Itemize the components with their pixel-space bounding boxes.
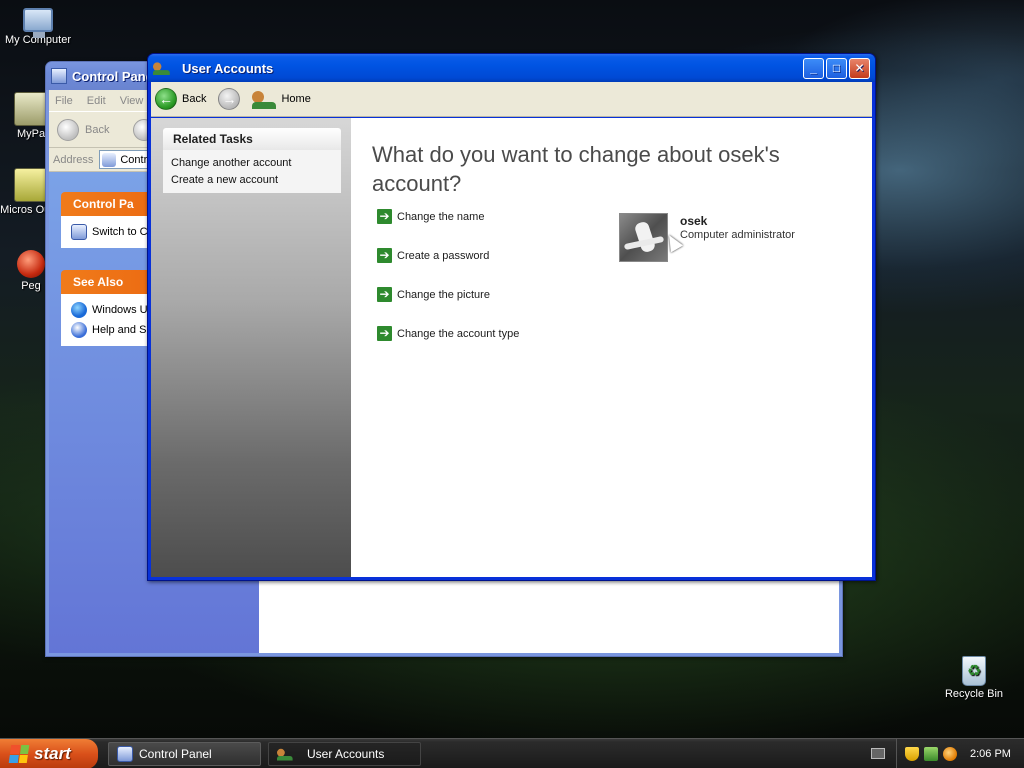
switch-view-icon <box>71 224 87 240</box>
shortcut-icon <box>14 92 48 126</box>
change-name-task[interactable]: ➔ Change the name <box>377 209 484 224</box>
system-tray: 2:06 PM <box>896 739 1024 768</box>
user-accounts-icon <box>277 748 293 761</box>
task-label: Change the account type <box>397 327 520 340</box>
outlook-icon <box>14 168 48 202</box>
start-label: start <box>34 744 71 763</box>
menu-view[interactable]: View <box>120 95 144 107</box>
account-type: Computer administrator <box>680 229 795 241</box>
change-picture-task[interactable]: ➔ Change the picture <box>377 287 490 302</box>
back-label: Back <box>182 93 207 105</box>
close-button[interactable]: ✕ <box>849 57 870 79</box>
home-button[interactable]: Home <box>252 89 311 109</box>
taskbar-button-user-accounts[interactable]: User Accounts <box>268 742 421 766</box>
change-another-account-link[interactable]: Change another account <box>171 155 333 172</box>
pegasus-icon <box>17 250 45 278</box>
arrow-right-icon: ➔ <box>377 326 392 341</box>
windows-logo-icon <box>8 745 30 763</box>
taskbar-button-control-panel[interactable]: Control Panel <box>108 742 261 766</box>
back-button-label[interactable]: Back <box>85 124 109 136</box>
address-label: Address <box>53 153 94 166</box>
address-value: Contr <box>120 153 148 166</box>
control-panel-icon <box>117 746 133 762</box>
start-button[interactable]: start <box>0 739 98 768</box>
menu-edit[interactable]: Edit <box>87 95 106 107</box>
minimize-button[interactable]: _ <box>803 57 824 79</box>
window-title: User Accounts <box>182 60 274 76</box>
menu-file[interactable]: File <box>55 95 73 107</box>
arrow-right-icon: ➔ <box>377 287 392 302</box>
arrow-right-icon: ➔ <box>377 209 392 224</box>
related-tasks-title: Related Tasks <box>163 128 341 150</box>
forward-arrow-icon: → <box>218 88 241 110</box>
keyboard-icon[interactable] <box>871 748 885 759</box>
navigation-bar: ← Back → Home <box>151 82 872 117</box>
home-label: Home <box>281 93 311 105</box>
task-label: Create a password <box>397 249 490 262</box>
desktop-icon-label: Recycle Bin <box>944 688 1004 700</box>
control-panel-icon <box>102 152 117 167</box>
create-new-account-link[interactable]: Create a new account <box>171 172 333 189</box>
maximize-button[interactable]: □ <box>826 57 847 79</box>
user-accounts-sidebar: Related Tasks Change another account Cre… <box>151 118 351 577</box>
forward-button[interactable]: → <box>218 88 241 110</box>
help-icon <box>71 322 87 338</box>
change-account-type-task[interactable]: ➔ Change the account type <box>377 326 519 341</box>
recycle-bin-icon: ♻ <box>962 656 986 686</box>
taskbar-button-label: User Accounts <box>307 747 385 761</box>
desktop-icon-recycle-bin[interactable]: ♻ Recycle Bin <box>936 656 1012 701</box>
control-panel-icon <box>51 68 67 84</box>
security-shield-icon[interactable] <box>905 747 919 761</box>
switch-view-label: Switch to C <box>92 226 148 238</box>
back-arrow-icon: ← <box>155 88 177 110</box>
computer-icon <box>23 8 53 38</box>
back-button[interactable]: ← Back <box>155 88 206 110</box>
network-icon[interactable] <box>924 747 938 761</box>
taskbar-button-label: Control Panel <box>139 747 212 761</box>
account-card: osek Computer administrator <box>619 213 795 262</box>
user-accounts-main: What do you want to change about osek's … <box>351 118 872 577</box>
users-home-icon <box>252 89 277 109</box>
desktop-icon-my-computer[interactable]: My Computer <box>0 4 76 47</box>
back-arrow-icon[interactable] <box>57 118 79 141</box>
windows-update-label: Windows U <box>92 304 148 316</box>
page-heading: What do you want to change about osek's … <box>372 142 780 196</box>
help-support-label: Help and S <box>92 324 147 336</box>
create-password-task[interactable]: ➔ Create a password <box>377 248 489 263</box>
avatar <box>619 213 668 262</box>
taskbar: start Control Panel User Accounts 2:06 P… <box>0 738 1024 768</box>
user-accounts-icon <box>153 61 170 75</box>
task-label: Change the picture <box>397 288 490 301</box>
task-label: Change the name <box>397 210 485 223</box>
windows-update-icon <box>71 302 87 318</box>
user-accounts-window[interactable]: User Accounts _ □ ✕ ← Back → Home Relate… <box>147 53 876 581</box>
search-icon[interactable] <box>943 747 957 761</box>
user-accounts-titlebar[interactable]: User Accounts _ □ ✕ <box>148 54 875 82</box>
desktop: My Computer MyPa Micros Outlo Peg ♻ Recy… <box>0 0 1024 738</box>
related-tasks-panel: Related Tasks Change another account Cre… <box>163 128 341 193</box>
account-name: osek <box>680 214 708 228</box>
clock[interactable]: 2:06 PM <box>970 748 1011 760</box>
arrow-right-icon: ➔ <box>377 248 392 263</box>
